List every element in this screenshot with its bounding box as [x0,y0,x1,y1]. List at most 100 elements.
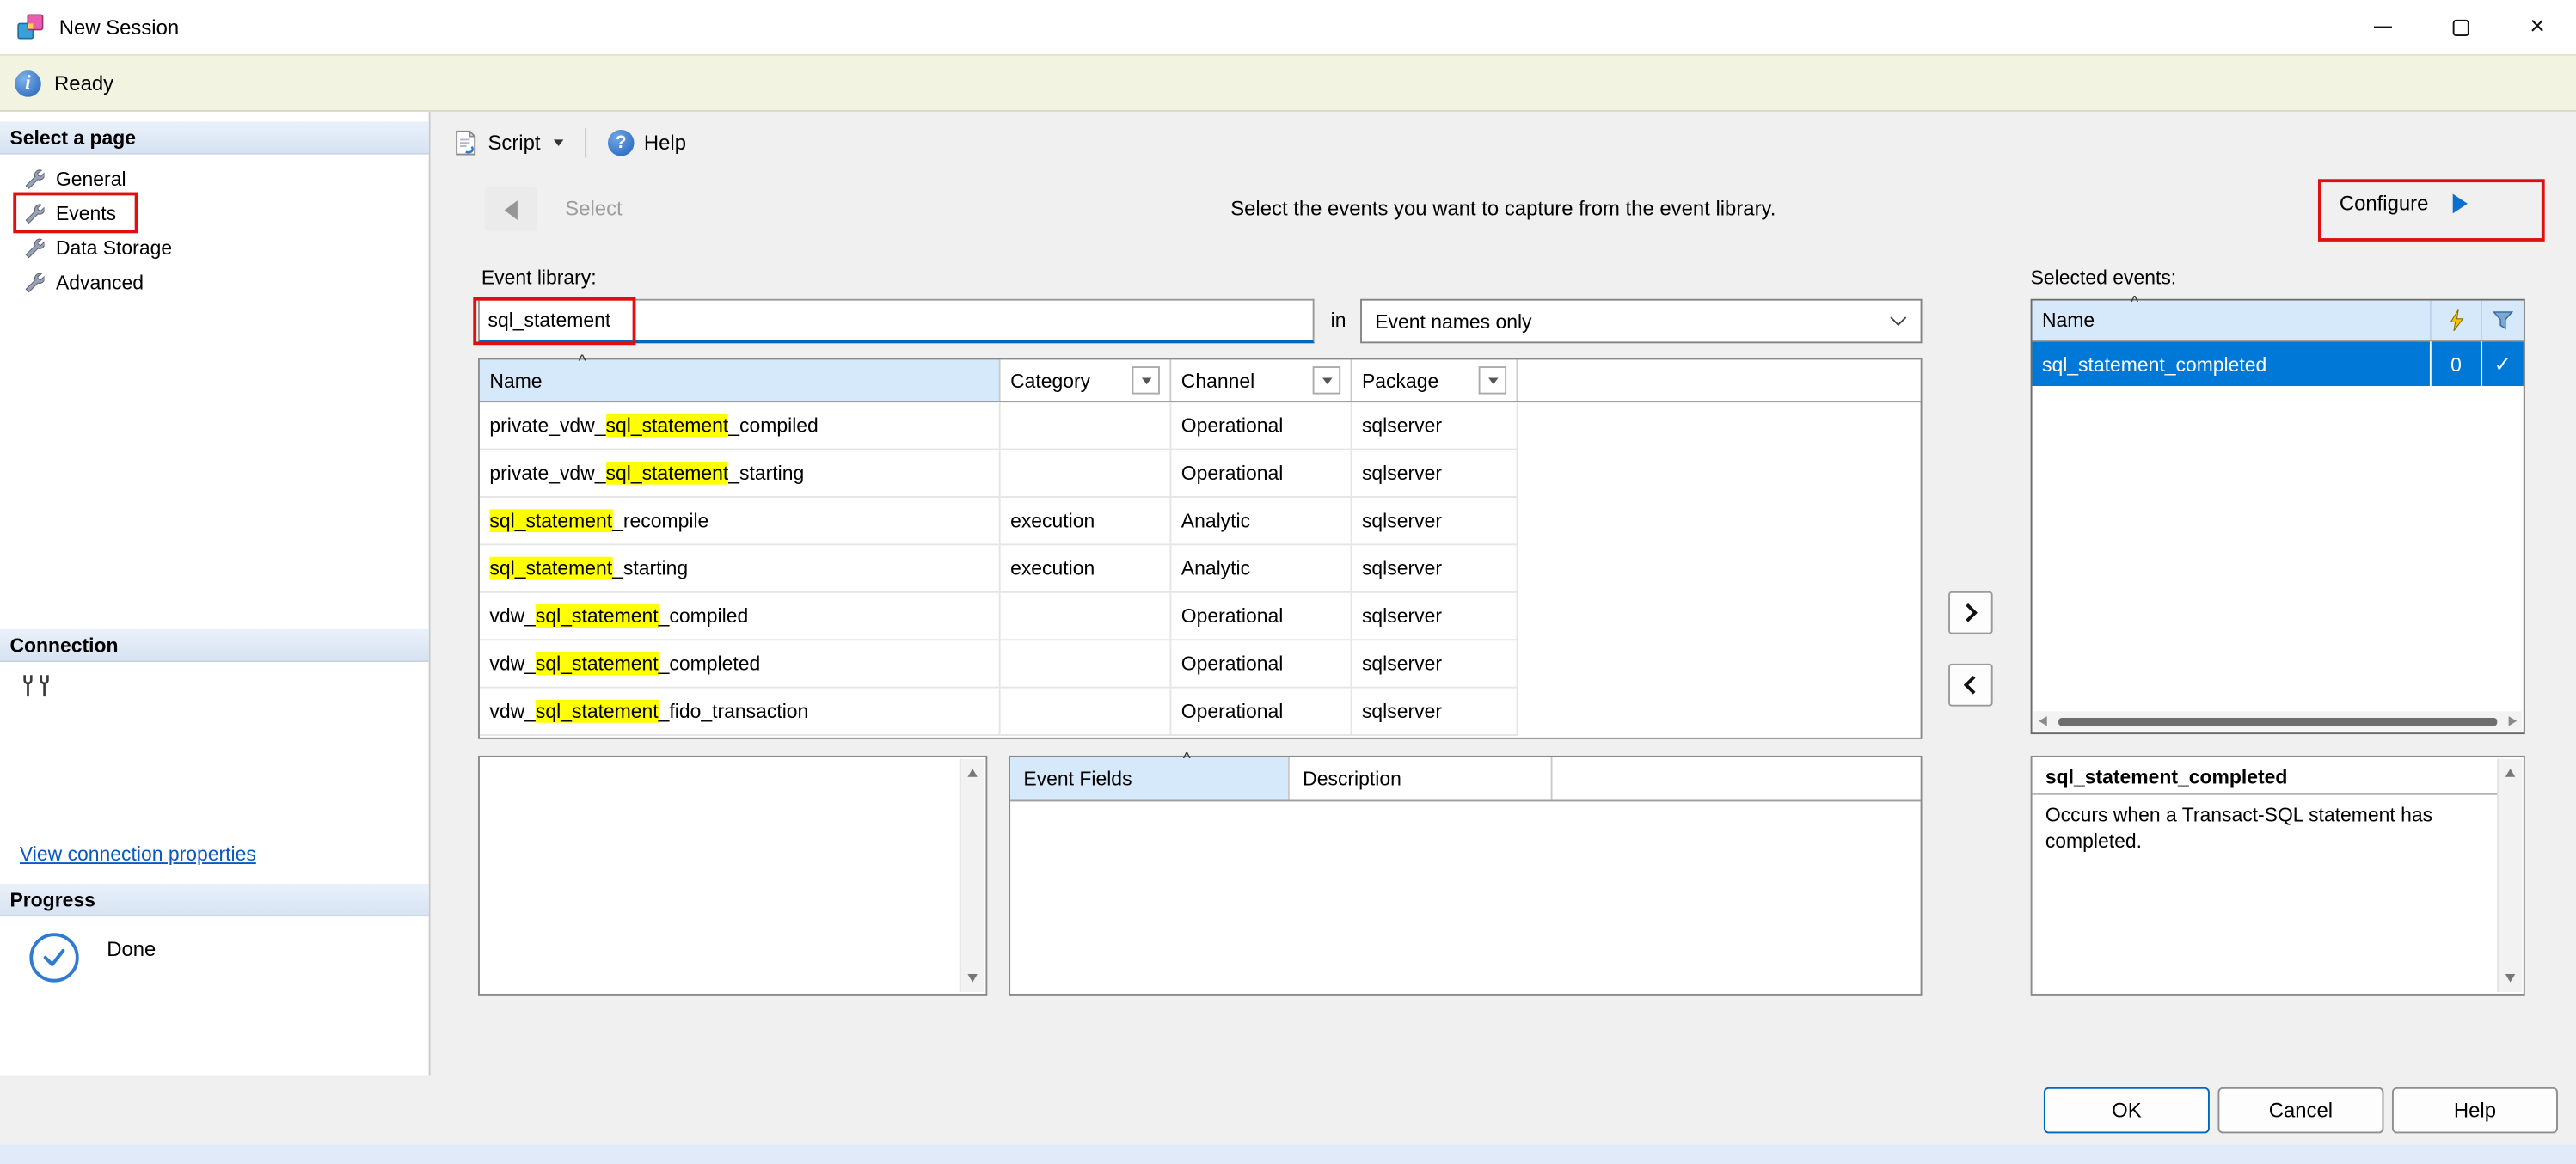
configure-button[interactable]: Configure [2340,193,2468,216]
sidebar-item-label: Events [56,201,116,224]
progress-status-row: Done [29,933,156,982]
search-scope-dropdown[interactable]: Event names only [1360,299,1922,344]
connection-header: Connection [0,629,429,662]
scrollbar-thumb[interactable] [2058,718,2497,726]
event-row[interactable]: vdw_sql_statement_completedOperationalsq… [480,640,1921,688]
column-header-event-fields[interactable]: ^ Event Fields [1010,757,1290,800]
event-filter-column-header[interactable] [2482,301,2524,340]
column-header-label: Description [1303,767,1401,790]
event-name-cell: private_vdw_sql_statement_compiled [480,402,1001,450]
column-header-package[interactable]: Package [1352,359,1518,401]
scroll-up-icon [967,769,977,777]
horizontal-scrollbar[interactable] [2033,711,2521,731]
column-header-label: Name [489,369,542,392]
event-package-cell: sqlserver [1352,689,1518,736]
scroll-left-icon [2039,716,2047,726]
event-row[interactable]: sql_statement_recompileexecutionAnalytic… [480,498,1921,545]
status-bar: i Ready [0,54,2576,112]
chevron-down-icon[interactable] [554,139,563,146]
event-name-cell: sql_statement_starting [480,545,1001,592]
scroll-down-icon [2505,974,2515,983]
event-row[interactable]: vdw_sql_statement_fido_transactionOperat… [480,689,1921,736]
done-check-icon [29,933,78,982]
event-channel-cell: Operational [1171,640,1352,688]
event-category-cell [1001,402,1172,450]
script-button-label: Script [488,132,540,155]
vertical-scrollbar[interactable] [2497,759,2522,992]
event-name-cell: sql_statement_recompile [480,498,1001,545]
event-package-cell: sqlserver [1352,402,1518,450]
event-actions-column-header[interactable] [2432,301,2482,340]
column-header-label: Channel [1181,369,1254,392]
help-toolbar-button[interactable]: ? Help [596,125,697,161]
wrench-icon [23,236,45,258]
column-header-channel[interactable]: Channel [1171,359,1352,401]
close-button[interactable]: × [2499,0,2576,54]
event-row[interactable]: private_vdw_sql_statement_compiledOperat… [480,402,1921,450]
column-header-category[interactable]: Category [1001,359,1172,401]
selected-table-body: sql_statement_completed0✓ [2033,341,2524,386]
filter-funnel-icon [2493,310,2514,330]
selected-events-table: ^ Name sql_statement_completed0✓ [2031,299,2525,734]
column-filter-dropdown[interactable] [1479,366,1506,394]
sidebar-item-general[interactable]: General [0,161,429,195]
event-category-cell [1001,450,1172,498]
event-description-panel: sql_statement_completed Occurs when a Tr… [2031,756,2525,996]
title-bar: New Session × [0,0,2576,54]
chevron-down-icon [1890,309,1906,326]
instruction-text: Select the events you want to capture fr… [431,197,2576,220]
new-session-dialog: New Session × i Ready Select a page Gene… [0,0,2576,1164]
event-channel-cell: Operational [1171,593,1352,640]
column-filter-dropdown[interactable] [1132,366,1159,394]
column-header-name[interactable]: ^ Name [480,359,1001,401]
selected-events-label: Selected events: [2031,266,2177,290]
event-row[interactable]: sql_statement_startingexecutionAnalytics… [480,545,1921,592]
forward-arrow-icon [2453,193,2468,213]
event-category-cell [1001,689,1172,736]
event-library-label: Event library: [481,266,597,290]
select-a-page-header: Select a page [0,121,429,154]
column-header-filler [1553,757,1921,800]
sidebar-item-advanced[interactable]: Advanced [0,265,429,299]
filler-cell [1518,689,1920,736]
column-filter-dropdown[interactable] [1313,366,1340,394]
cancel-button[interactable]: Cancel [2217,1087,2383,1133]
add-event-button[interactable] [1948,591,1993,634]
in-label: in [1331,309,1346,332]
filler-cell [1518,402,1920,450]
minimize-icon [2374,27,2392,28]
event-category-cell: execution [1001,498,1172,545]
sidebar-item-data-storage[interactable]: Data Storage [0,230,429,264]
ok-button[interactable]: OK [2044,1087,2210,1133]
selected-event-row[interactable]: sql_statement_completed0✓ [2033,341,2524,386]
event-category-cell: execution [1001,545,1172,592]
event-table-header: ^ Name Category Channel Package [480,359,1921,402]
remove-event-button[interactable] [1948,664,1993,707]
event-search-input[interactable]: sql_statement [478,299,1315,344]
column-header-description[interactable]: Description [1290,757,1553,800]
search-highlight: sql_statement [606,414,729,437]
status-text: Ready [54,71,113,95]
minimize-button[interactable] [2345,0,2422,54]
sidebar-item-events[interactable]: Events [0,195,429,230]
event-channel-cell: Analytic [1171,545,1352,592]
wrench-icon [23,271,45,292]
sort-asc-icon: ^ [2131,294,2138,312]
sort-asc-icon: ^ [1183,750,1191,769]
close-icon: × [2530,14,2545,40]
maximize-button[interactable] [2421,0,2499,54]
column-header-label: Category [1010,369,1090,392]
view-connection-properties-link[interactable]: View connection properties [20,842,256,866]
event-category-cell [1001,640,1172,688]
event-row[interactable]: vdw_sql_statement_compiledOperationalsql… [480,593,1921,640]
toolbar: Script ? Help [440,119,697,165]
column-header-label: Package [1362,369,1438,392]
lightning-icon [2447,309,2465,332]
event-package-cell: sqlserver [1352,545,1518,592]
selected-column-header-name[interactable]: ^ Name [2033,301,2432,340]
vertical-scrollbar[interactable] [960,759,984,992]
event-package-cell: sqlserver [1352,450,1518,498]
script-button[interactable]: Script [440,125,575,161]
help-button[interactable]: Help [2392,1087,2558,1133]
event-row[interactable]: private_vdw_sql_statement_startingOperat… [480,450,1921,498]
